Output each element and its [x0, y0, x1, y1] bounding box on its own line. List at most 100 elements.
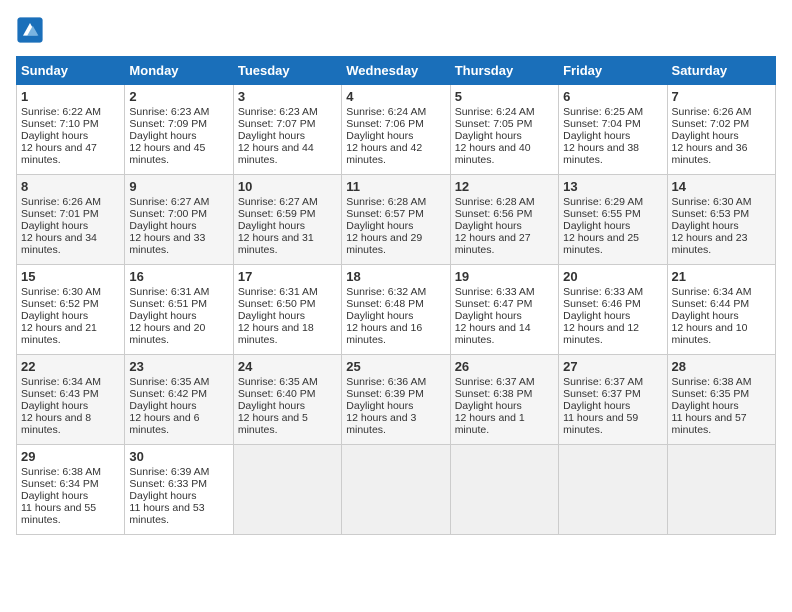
- day-number: 20: [563, 269, 662, 284]
- daylight-label: Daylight hours: [129, 490, 196, 502]
- calendar-row-5: 29Sunrise: 6:38 AMSunset: 6:34 PMDayligh…: [17, 445, 776, 535]
- table-cell-day-18: 18Sunrise: 6:32 AMSunset: 6:48 PMDayligh…: [342, 265, 450, 355]
- day-number: 21: [672, 269, 771, 284]
- sunset: Sunset: 7:05 PM: [455, 118, 533, 130]
- sunset: Sunset: 7:06 PM: [346, 118, 424, 130]
- day-number: 8: [21, 179, 120, 194]
- sunset: Sunset: 6:42 PM: [129, 388, 207, 400]
- table-cell-day-2: 2Sunrise: 6:23 AMSunset: 7:09 PMDaylight…: [125, 85, 233, 175]
- sunset: Sunset: 7:04 PM: [563, 118, 641, 130]
- daylight-label: Daylight hours: [672, 130, 739, 142]
- sunset: Sunset: 7:00 PM: [129, 208, 207, 220]
- table-cell-day-1: 1Sunrise: 6:22 AMSunset: 7:10 PMDaylight…: [17, 85, 125, 175]
- table-cell-day-empty: [342, 445, 450, 535]
- sunset: Sunset: 7:07 PM: [238, 118, 316, 130]
- table-cell-day-13: 13Sunrise: 6:29 AMSunset: 6:55 PMDayligh…: [559, 175, 667, 265]
- table-cell-day-22: 22Sunrise: 6:34 AMSunset: 6:43 PMDayligh…: [17, 355, 125, 445]
- daylight-value: 12 hours and 10 minutes.: [672, 322, 748, 346]
- daylight-label: Daylight hours: [563, 310, 630, 322]
- day-number: 3: [238, 89, 337, 104]
- daylight-value: 11 hours and 55 minutes.: [21, 502, 96, 526]
- col-saturday: Saturday: [667, 57, 775, 85]
- day-number: 2: [129, 89, 228, 104]
- daylight-label: Daylight hours: [672, 310, 739, 322]
- table-cell-day-21: 21 Sunrise: 6:34 AMSunset: 6:44 PMDayligh…: [667, 265, 775, 355]
- day-number: 22: [21, 359, 120, 374]
- daylight-value: 12 hours and 44 minutes.: [238, 142, 314, 166]
- daylight-label: Daylight hours: [21, 400, 88, 412]
- daylight-label: Daylight hours: [238, 130, 305, 142]
- daylight-value: 12 hours and 12 minutes.: [563, 322, 639, 346]
- daylight-value: 12 hours and 3 minutes.: [346, 412, 416, 436]
- table-cell-day-6: 6Sunrise: 6:25 AMSunset: 7:04 PMDaylight…: [559, 85, 667, 175]
- table-cell-day-30: 30Sunrise: 6:39 AMSunset: 6:33 PMDayligh…: [125, 445, 233, 535]
- daylight-value: 12 hours and 14 minutes.: [455, 322, 531, 346]
- day-number: 29: [21, 449, 120, 464]
- daylight-label: Daylight hours: [563, 400, 630, 412]
- daylight-value: 12 hours and 5 minutes.: [238, 412, 308, 436]
- sunrise: Sunrise: 6:30 AM: [21, 286, 101, 298]
- daylight-label: Daylight hours: [129, 130, 196, 142]
- col-thursday: Thursday: [450, 57, 558, 85]
- sunset: Sunset: 7:01 PM: [21, 208, 99, 220]
- table-cell-day-20: 20 Sunrise: 6:33 AMSunset: 6:46 PMDayligh…: [559, 265, 667, 355]
- daylight-value: 12 hours and 27 minutes.: [455, 232, 531, 256]
- daylight-label: Daylight hours: [238, 400, 305, 412]
- day-number: 19: [455, 269, 554, 284]
- table-cell-day-16: 16Sunrise: 6:31 AMSunset: 6:51 PMDayligh…: [125, 265, 233, 355]
- daylight-label: Daylight hours: [455, 220, 522, 232]
- table-cell-day-5: 5Sunrise: 6:24 AMSunset: 7:05 PMDaylight…: [450, 85, 558, 175]
- sunset: Sunset: 6:46 PM: [563, 298, 641, 310]
- sunrise: Sunrise: 6:26 AM: [672, 106, 752, 118]
- day-number: 25: [346, 359, 445, 374]
- day-number: 4: [346, 89, 445, 104]
- daylight-label: Daylight hours: [129, 220, 196, 232]
- table-cell-day-9: 9Sunrise: 6:27 AMSunset: 7:00 PMDaylight…: [125, 175, 233, 265]
- sunrise: Sunrise: 6:24 AM: [455, 106, 535, 118]
- sunrise: Sunrise: 6:28 AM: [455, 196, 535, 208]
- day-number: 6: [563, 89, 662, 104]
- table-cell-day-3: 3Sunrise: 6:23 AMSunset: 7:07 PMDaylight…: [233, 85, 341, 175]
- daylight-value: 12 hours and 21 minutes.: [21, 322, 97, 346]
- sunrise: Sunrise: 6:31 AM: [238, 286, 318, 298]
- sunset: Sunset: 6:55 PM: [563, 208, 641, 220]
- daylight-value: 12 hours and 18 minutes.: [238, 322, 314, 346]
- day-number: 13: [563, 179, 662, 194]
- table-cell-day-28: 28Sunrise: 6:38 AMSunset: 6:35 PMDayligh…: [667, 355, 775, 445]
- daylight-value: 11 hours and 53 minutes.: [129, 502, 204, 526]
- sunrise: Sunrise: 6:30 AM: [672, 196, 752, 208]
- sunset: Sunset: 6:33 PM: [129, 478, 207, 490]
- table-cell-day-empty: [233, 445, 341, 535]
- daylight-label: Daylight hours: [672, 220, 739, 232]
- col-monday: Monday: [125, 57, 233, 85]
- sunrise: Sunrise: 6:28 AM: [346, 196, 426, 208]
- day-number: 5: [455, 89, 554, 104]
- daylight-value: 12 hours and 31 minutes.: [238, 232, 314, 256]
- day-number: 24: [238, 359, 337, 374]
- day-number: 10: [238, 179, 337, 194]
- sunset: Sunset: 6:38 PM: [455, 388, 533, 400]
- daylight-label: Daylight hours: [238, 220, 305, 232]
- daylight-label: Daylight hours: [346, 310, 413, 322]
- day-number: 9: [129, 179, 228, 194]
- daylight-value: 12 hours and 40 minutes.: [455, 142, 531, 166]
- sunrise: Sunrise: 6:27 AM: [238, 196, 318, 208]
- sunrise: Sunrise: 6:34 AM: [672, 286, 752, 298]
- calendar-row-2: 8Sunrise: 6:26 AMSunset: 7:01 PMDaylight…: [17, 175, 776, 265]
- sunrise: Sunrise: 6:29 AM: [563, 196, 643, 208]
- daylight-value: 12 hours and 20 minutes.: [129, 322, 205, 346]
- sunrise: Sunrise: 6:33 AM: [563, 286, 643, 298]
- daylight-label: Daylight hours: [455, 400, 522, 412]
- daylight-value: 12 hours and 6 minutes.: [129, 412, 199, 436]
- daylight-label: Daylight hours: [346, 130, 413, 142]
- daylight-value: 12 hours and 47 minutes.: [21, 142, 97, 166]
- day-number: 17: [238, 269, 337, 284]
- calendar-row-1: 1Sunrise: 6:22 AMSunset: 7:10 PMDaylight…: [17, 85, 776, 175]
- sunrise: Sunrise: 6:36 AM: [346, 376, 426, 388]
- sunset: Sunset: 6:44 PM: [672, 298, 750, 310]
- day-number: 15: [21, 269, 120, 284]
- day-number: 26: [455, 359, 554, 374]
- sunset: Sunset: 6:40 PM: [238, 388, 316, 400]
- day-number: 1: [21, 89, 120, 104]
- daylight-label: Daylight hours: [346, 400, 413, 412]
